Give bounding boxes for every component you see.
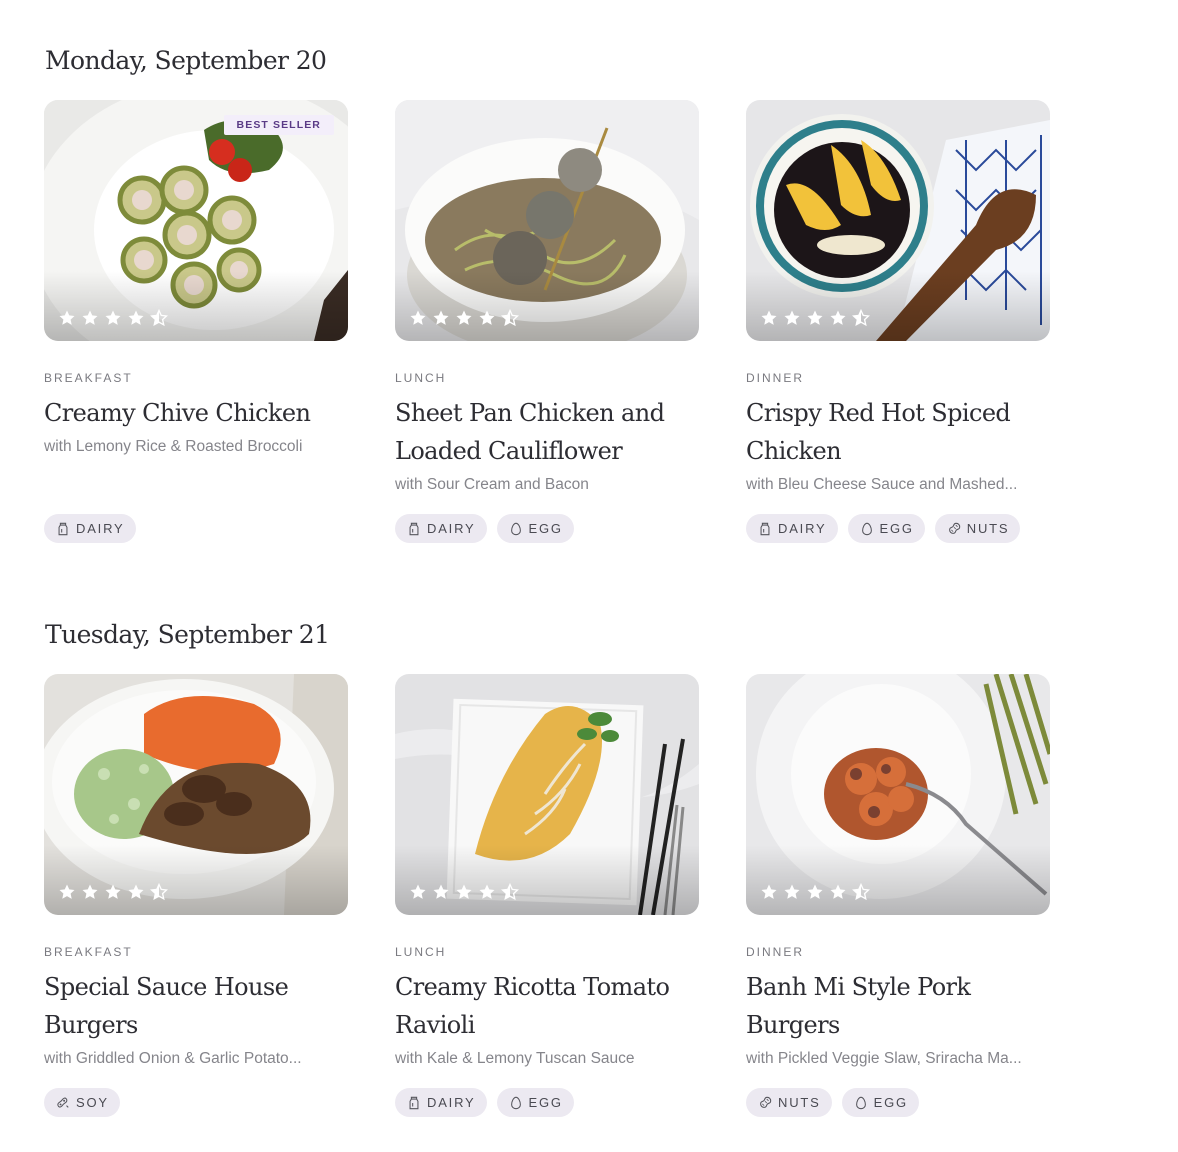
peanut-icon [760, 1096, 772, 1108]
allergen-tag: EGG [496, 1088, 574, 1117]
star-icon [128, 884, 144, 899]
meal-card[interactable]: DINNER Banh Mi Style Pork Burgers with P… [746, 674, 1050, 1117]
allergen-tag: DAIRY [395, 1088, 487, 1117]
meal-category: BREAKFAST [44, 945, 133, 959]
allergen-tags: DAIRY EGG [395, 1088, 574, 1117]
allergen-tag: EGG [847, 514, 925, 543]
half-star-icon [501, 883, 519, 901]
star-icon [456, 884, 472, 899]
half-star-icon [501, 309, 519, 327]
allergen-tag: DAIRY [746, 514, 838, 543]
star-icon [82, 310, 98, 325]
allergen-tag: EGG [841, 1088, 919, 1117]
dairy-icon [409, 522, 419, 535]
meal-category: LUNCH [395, 945, 447, 959]
star-rating [760, 883, 870, 901]
allergen-tag: DAIRY [44, 514, 136, 543]
star-icon [410, 884, 426, 899]
star-icon [410, 310, 426, 325]
soy-icon [57, 1097, 69, 1108]
meal-photo[interactable] [746, 100, 1050, 341]
best-seller-badge: BEST SELLER [223, 115, 334, 135]
meal-subtitle: with Lemony Rice & Roasted Broccoli [44, 438, 303, 455]
meal-category: DINNER [746, 371, 805, 385]
meal-subtitle: with Sour Cream and Bacon [395, 476, 589, 493]
allergen-tag: SOY [44, 1088, 120, 1117]
egg-icon [855, 1096, 866, 1109]
star-icon [830, 310, 846, 325]
meal-category: DINNER [746, 945, 805, 959]
meal-category: BREAKFAST [44, 371, 133, 385]
star-icon [59, 884, 75, 899]
peanut-icon [948, 522, 961, 534]
half-star-icon [150, 309, 168, 327]
meal-category: LUNCH [395, 371, 447, 385]
egg-icon [510, 522, 521, 535]
allergen-tags: DAIRY EGG [395, 514, 574, 543]
star-icon [807, 310, 823, 325]
meal-photo[interactable]: BEST SELLER [44, 100, 348, 341]
meal-title[interactable]: Crispy Red Hot Spiced Chicken [746, 394, 1046, 470]
meal-photo[interactable] [44, 674, 348, 915]
meal-card[interactable]: BREAKFAST Special Sauce House Burgers wi… [44, 674, 348, 1117]
egg-icon [510, 1096, 521, 1109]
allergen-tag: NUTS [934, 514, 1021, 543]
star-icon [433, 310, 449, 325]
dairy-icon [760, 522, 770, 535]
star-icon [784, 310, 800, 325]
allergen-tags: DAIRY EGG NUTS [746, 514, 1021, 543]
meal-photo[interactable] [746, 674, 1050, 915]
star-icon [59, 310, 75, 325]
dairy-icon [409, 1096, 419, 1109]
star-icon [761, 310, 777, 325]
star-rating [760, 309, 870, 327]
allergen-tags: DAIRY [44, 514, 136, 543]
star-icon [807, 884, 823, 899]
star-rating [58, 309, 168, 327]
meal-title[interactable]: Special Sauce House Burgers [44, 968, 344, 1044]
half-star-icon [852, 309, 870, 327]
allergen-tag: DAIRY [395, 514, 487, 543]
meal-photo[interactable] [395, 674, 699, 915]
star-icon [128, 310, 144, 325]
day-heading: Monday, September 20 [45, 46, 327, 75]
star-icon [479, 884, 495, 899]
star-icon [479, 310, 495, 325]
star-icon [82, 884, 98, 899]
star-icon [105, 884, 121, 899]
star-icon [433, 884, 449, 899]
half-star-icon [150, 883, 168, 901]
star-icon [784, 884, 800, 899]
star-rating [58, 883, 168, 901]
allergen-tag: EGG [496, 514, 574, 543]
meal-card[interactable]: LUNCH Sheet Pan Chicken and Loaded Cauli… [395, 100, 699, 543]
star-rating [409, 309, 519, 327]
day-heading: Tuesday, September 21 [45, 620, 330, 649]
meal-title[interactable]: Creamy Chive Chicken [44, 394, 344, 432]
meal-title[interactable]: Banh Mi Style Pork Burgers [746, 968, 1046, 1044]
star-icon [830, 884, 846, 899]
star-icon [105, 310, 121, 325]
egg-icon [861, 522, 872, 535]
dairy-icon [58, 522, 68, 535]
meal-subtitle: with Pickled Veggie Slaw, Sriracha Ma... [746, 1050, 1022, 1067]
meal-card[interactable]: DINNER Crispy Red Hot Spiced Chicken wit… [746, 100, 1050, 543]
meal-title[interactable]: Sheet Pan Chicken and Loaded Cauliflower [395, 394, 695, 470]
star-icon [456, 310, 472, 325]
meal-subtitle: with Bleu Cheese Sauce and Mashed... [746, 476, 1018, 493]
meal-subtitle: with Griddled Onion & Garlic Potato... [44, 1050, 302, 1067]
allergen-tag: NUTS [746, 1088, 832, 1117]
star-rating [409, 883, 519, 901]
half-star-icon [852, 883, 870, 901]
meal-card[interactable]: LUNCH Creamy Ricotta Tomato Ravioli with… [395, 674, 699, 1117]
allergen-tags: SOY [44, 1088, 120, 1117]
allergen-tags: NUTS EGG [746, 1088, 919, 1117]
star-icon [761, 884, 777, 899]
meal-card[interactable]: BEST SELLER BREAKFAST Creamy Chive Chick… [44, 100, 348, 543]
meal-subtitle: with Kale & Lemony Tuscan Sauce [395, 1050, 635, 1067]
meal-title[interactable]: Creamy Ricotta Tomato Ravioli [395, 968, 695, 1044]
meal-photo[interactable] [395, 100, 699, 341]
